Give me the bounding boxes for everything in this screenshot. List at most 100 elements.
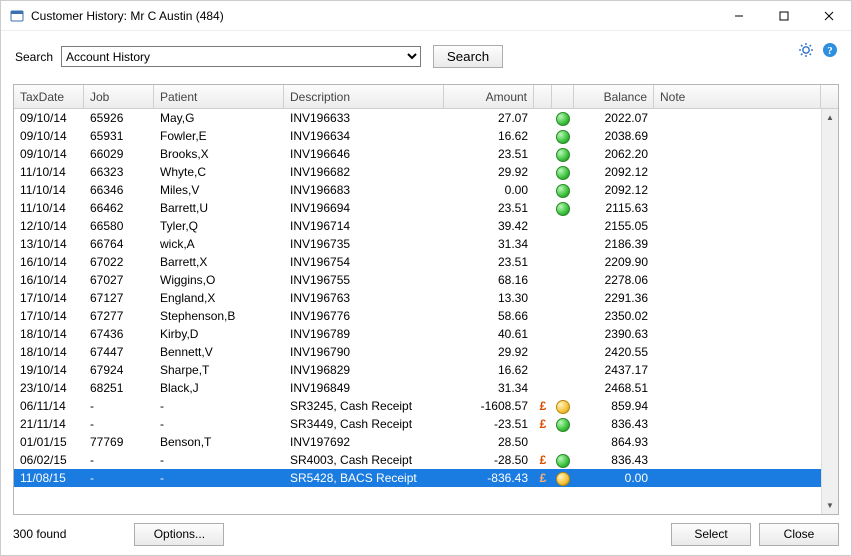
cell-description: INV196646 xyxy=(284,145,444,163)
close-window-button[interactable] xyxy=(806,1,851,31)
table-row[interactable]: 11/08/15--SR5428, BACS Receipt-836.43£0.… xyxy=(14,469,838,487)
cell-amount: 16.62 xyxy=(444,127,534,145)
col-balance[interactable]: Balance xyxy=(574,85,654,108)
cell-balance: 2115.63 xyxy=(574,199,654,217)
scroll-up-icon[interactable]: ▲ xyxy=(823,109,838,126)
cell-description: SR3449, Cash Receipt xyxy=(284,415,444,433)
scroll-down-icon[interactable]: ▼ xyxy=(823,497,838,514)
cell-description: INV196633 xyxy=(284,109,444,127)
select-button[interactable]: Select xyxy=(671,523,751,546)
cell-amount: -28.50 xyxy=(444,451,534,469)
table-row[interactable]: 01/01/1577769Benson,TINV19769228.50864.9… xyxy=(14,433,838,451)
table-row[interactable]: 17/10/1467277Stephenson,BINV19677658.662… xyxy=(14,307,838,325)
cell-patient: Wiggins,O xyxy=(154,271,284,289)
cell-pound-icon: £ xyxy=(534,451,552,469)
table-row[interactable]: 18/10/1467447Bennett,VINV19679029.922420… xyxy=(14,343,838,361)
cell-status-icon xyxy=(552,181,574,199)
cell-description: SR5428, BACS Receipt xyxy=(284,469,444,487)
col-job[interactable]: Job xyxy=(84,85,154,108)
cell-status-icon xyxy=(552,127,574,145)
cell-balance: 2350.02 xyxy=(574,307,654,325)
cell-balance: 2186.39 xyxy=(574,235,654,253)
cell-taxdate: 12/10/14 xyxy=(14,217,84,235)
table-row[interactable]: 09/10/1465931Fowler,EINV19663416.622038.… xyxy=(14,127,838,145)
col-description[interactable]: Description xyxy=(284,85,444,108)
table-row[interactable]: 18/10/1467436Kirby,DINV19678940.612390.6… xyxy=(14,325,838,343)
cell-patient: Tyler,Q xyxy=(154,217,284,235)
svg-text:?: ? xyxy=(827,45,833,57)
minimize-button[interactable] xyxy=(716,1,761,31)
table-row[interactable]: 19/10/1467924Sharpe,TINV19682916.622437.… xyxy=(14,361,838,379)
search-type-select[interactable]: Account History xyxy=(61,46,421,67)
vertical-scrollbar[interactable]: ▲ ▼ xyxy=(821,109,838,514)
cell-status-icon xyxy=(552,145,574,163)
table-row[interactable]: 06/02/15--SR4003, Cash Receipt-28.50£836… xyxy=(14,451,838,469)
cell-patient: - xyxy=(154,415,284,433)
table-row[interactable]: 16/10/1467022Barrett,XINV19675423.512209… xyxy=(14,253,838,271)
cell-taxdate: 17/10/14 xyxy=(14,307,84,325)
cell-amount: 29.92 xyxy=(444,163,534,181)
cell-amount: 16.62 xyxy=(444,361,534,379)
col-scroll-spacer xyxy=(821,85,838,108)
cell-patient: Barrett,X xyxy=(154,253,284,271)
cell-description: SR3245, Cash Receipt xyxy=(284,397,444,415)
maximize-button[interactable] xyxy=(761,1,806,31)
cell-amount: 68.16 xyxy=(444,271,534,289)
table-row[interactable]: 12/10/1466580Tyler,QINV19671439.422155.0… xyxy=(14,217,838,235)
cell-job: 66764 xyxy=(84,235,154,253)
cell-amount: 31.34 xyxy=(444,235,534,253)
cell-job: - xyxy=(84,415,154,433)
cell-patient: Stephenson,B xyxy=(154,307,284,325)
cell-balance: 2062.20 xyxy=(574,145,654,163)
col-note[interactable]: Note xyxy=(654,85,821,108)
table-row[interactable]: 16/10/1467027Wiggins,OINV19675568.162278… xyxy=(14,271,838,289)
cell-balance: 859.94 xyxy=(574,397,654,415)
cell-taxdate: 11/10/14 xyxy=(14,199,84,217)
table-row[interactable]: 09/10/1466029Brooks,XINV19664623.512062.… xyxy=(14,145,838,163)
col-taxdate[interactable]: TaxDate xyxy=(14,85,84,108)
cell-amount: -23.51 xyxy=(444,415,534,433)
history-grid: TaxDate Job Patient Description Amount B… xyxy=(13,84,839,515)
table-row[interactable]: 17/10/1467127England,XINV19676313.302291… xyxy=(14,289,838,307)
cell-amount: 29.92 xyxy=(444,343,534,361)
cell-taxdate: 23/10/14 xyxy=(14,379,84,397)
cell-balance: 836.43 xyxy=(574,451,654,469)
table-row[interactable]: 21/11/14--SR3449, Cash Receipt-23.51£836… xyxy=(14,415,838,433)
cell-taxdate: 13/10/14 xyxy=(14,235,84,253)
col-amount[interactable]: Amount xyxy=(444,85,534,108)
cell-status-icon xyxy=(552,397,574,415)
cell-patient: Miles,V xyxy=(154,181,284,199)
table-row[interactable]: 09/10/1465926May,GINV19663327.072022.07 xyxy=(14,109,838,127)
cell-balance: 2209.90 xyxy=(574,253,654,271)
table-row[interactable]: 06/11/14--SR3245, Cash Receipt-1608.57£8… xyxy=(14,397,838,415)
cell-description: INV196735 xyxy=(284,235,444,253)
cell-job: 67436 xyxy=(84,325,154,343)
cell-job: 67924 xyxy=(84,361,154,379)
options-button[interactable]: Options... xyxy=(134,523,224,546)
cell-balance: 2420.55 xyxy=(574,343,654,361)
col-patient[interactable]: Patient xyxy=(154,85,284,108)
cell-description: INV197692 xyxy=(284,433,444,451)
search-button[interactable]: Search xyxy=(433,45,503,68)
close-button[interactable]: Close xyxy=(759,523,839,546)
cell-status-icon xyxy=(552,469,574,487)
cell-pound-icon: £ xyxy=(534,469,552,487)
table-row[interactable]: 23/10/1468251Black,JINV19684931.342468.5… xyxy=(14,379,838,397)
table-row[interactable]: 13/10/1466764wick,AINV19673531.342186.39 xyxy=(14,235,838,253)
cell-balance: 2437.17 xyxy=(574,361,654,379)
table-row[interactable]: 11/10/1466346Miles,VINV1966830.002092.12 xyxy=(14,181,838,199)
table-row[interactable]: 11/10/1466462Barrett,UINV19669423.512115… xyxy=(14,199,838,217)
cell-amount: 23.51 xyxy=(444,199,534,217)
cell-balance: 2155.05 xyxy=(574,217,654,235)
cell-job: 67022 xyxy=(84,253,154,271)
cell-status-icon xyxy=(552,415,574,433)
cell-job: 66580 xyxy=(84,217,154,235)
search-label: Search xyxy=(13,50,61,64)
cell-description: INV196763 xyxy=(284,289,444,307)
settings-icon[interactable] xyxy=(797,41,815,59)
help-icon[interactable]: ? xyxy=(821,41,839,59)
table-row[interactable]: 11/10/1466323Whyte,CINV19668229.922092.1… xyxy=(14,163,838,181)
cell-patient: England,X xyxy=(154,289,284,307)
cell-description: INV196789 xyxy=(284,325,444,343)
cell-job: 67127 xyxy=(84,289,154,307)
